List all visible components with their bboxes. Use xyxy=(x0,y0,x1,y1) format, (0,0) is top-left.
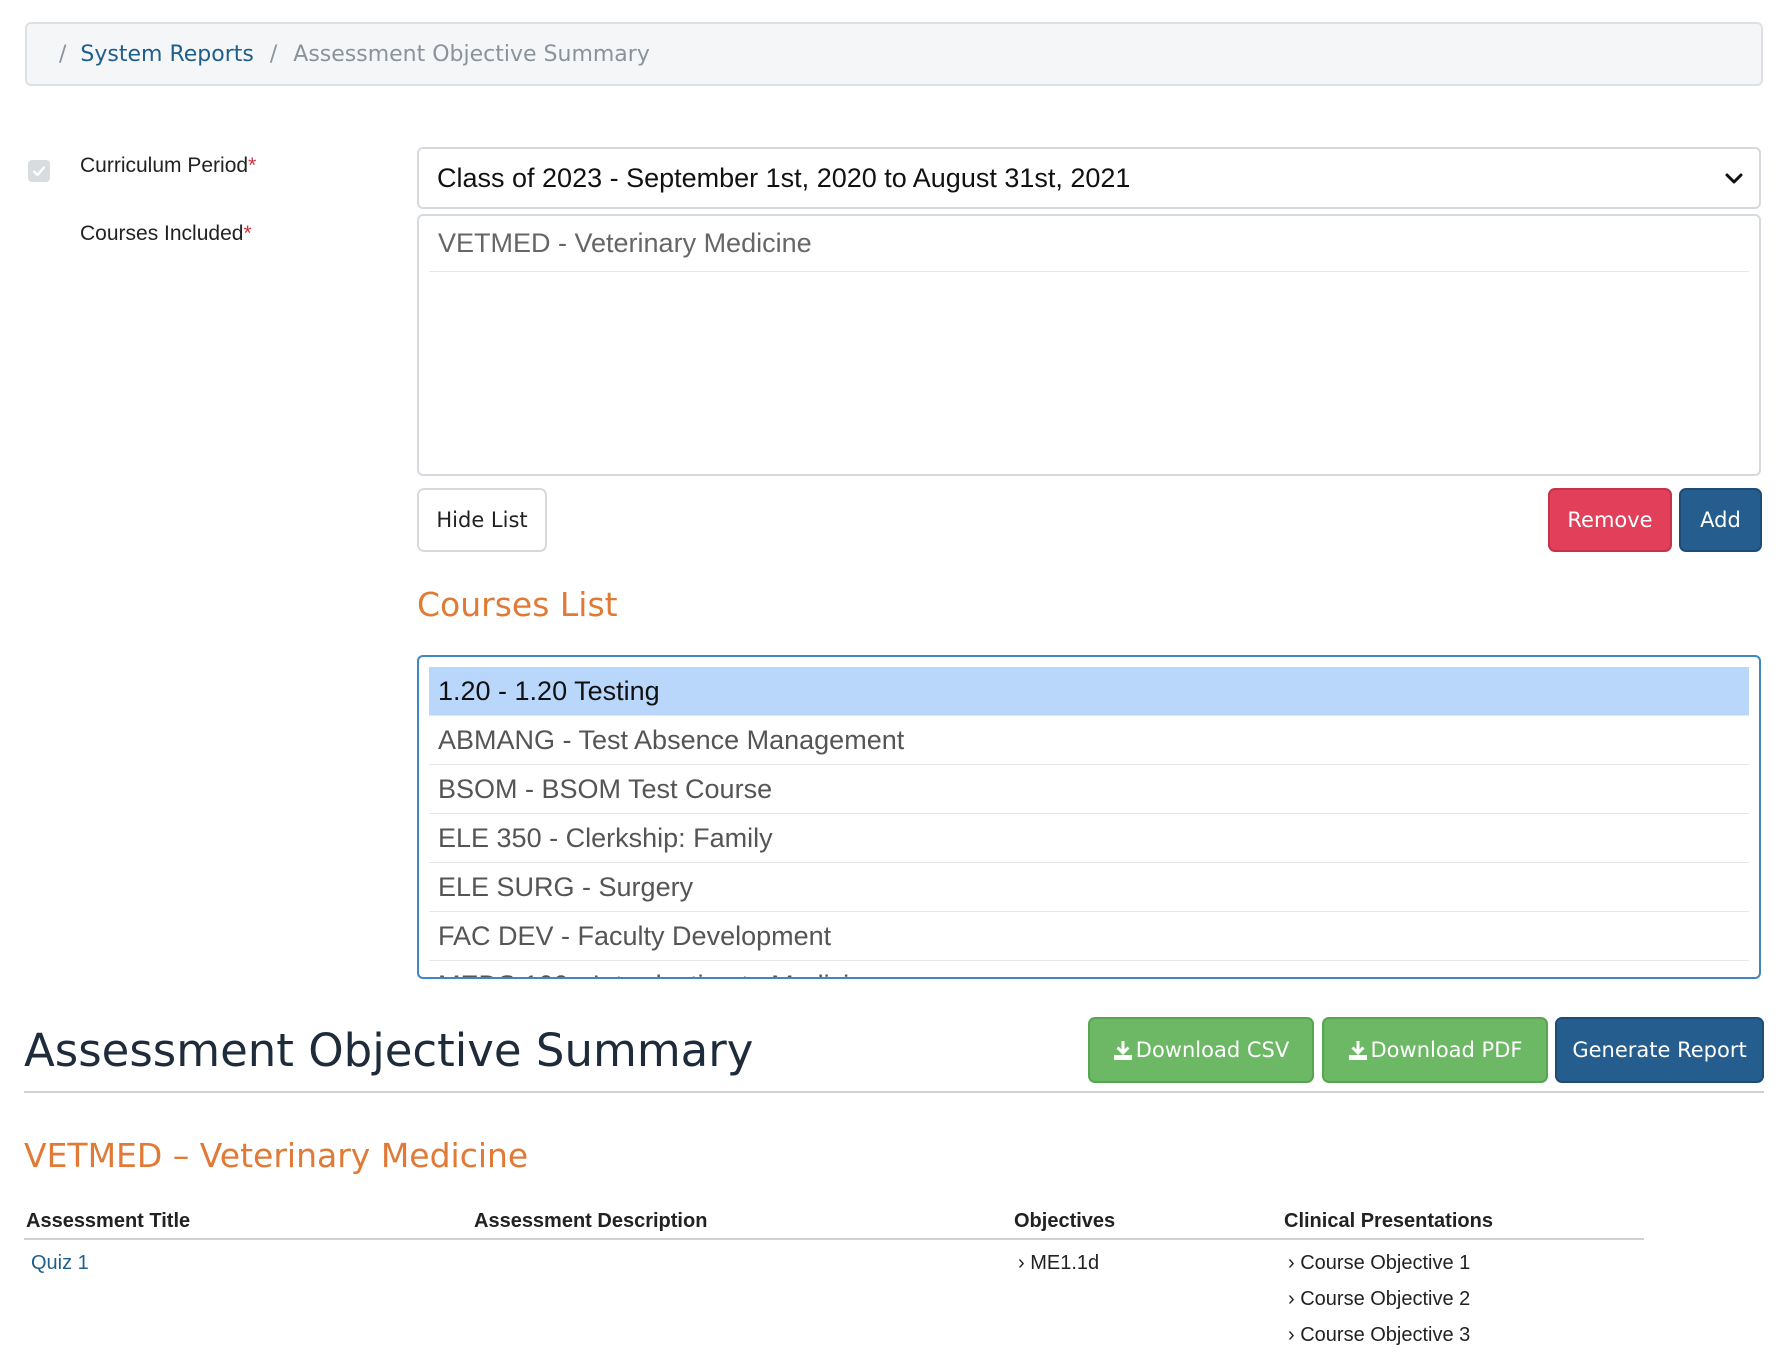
courses-listbox[interactable]: 1.20 - 1.20 Testing ABMANG - Test Absenc… xyxy=(417,655,1761,979)
divider xyxy=(24,1091,1764,1093)
course-option[interactable]: 1.20 - 1.20 Testing xyxy=(429,667,1749,716)
clinical-presentation-item: › Course Objective 1 xyxy=(1288,1252,1471,1274)
course-option[interactable]: ELE 350 - Clerkship: Family xyxy=(429,814,1749,863)
curriculum-period-label-text: Curriculum Period xyxy=(80,154,249,177)
download-icon xyxy=(1113,1041,1132,1060)
breadcrumb-separator: / xyxy=(59,41,67,67)
breadcrumb: / System Reports / Assessment Objective … xyxy=(25,22,1763,86)
check-icon xyxy=(32,166,46,177)
breadcrumb-current: Assessment Objective Summary xyxy=(293,41,650,67)
add-button[interactable]: Add xyxy=(1679,488,1762,552)
assessment-title-link[interactable]: Quiz 1 xyxy=(31,1252,89,1275)
column-header-assessment-title: Assessment Title xyxy=(26,1210,191,1232)
courses-included-option[interactable]: VETMED - Veterinary Medicine xyxy=(429,216,1749,272)
courses-included-label-text: Courses Included xyxy=(80,222,244,245)
courses-included-label: Courses Included* xyxy=(80,222,252,246)
course-option[interactable]: ELE SURG - Surgery xyxy=(429,863,1749,912)
generate-report-button[interactable]: Generate Report xyxy=(1555,1017,1764,1083)
download-pdf-button[interactable]: Download PDF xyxy=(1322,1017,1548,1083)
curriculum-period-label: Curriculum Period* xyxy=(80,154,256,178)
curriculum-period-value: Class of 2023 - September 1st, 2020 to A… xyxy=(437,162,1131,193)
column-header-assessment-description: Assessment Description xyxy=(474,1210,708,1232)
report-course-title: VETMED – Veterinary Medicine xyxy=(24,1136,529,1175)
objective-item: › ME1.1d xyxy=(1018,1252,1100,1274)
remove-button[interactable]: Remove xyxy=(1548,488,1672,552)
hide-list-button[interactable]: Hide List xyxy=(417,488,547,552)
curriculum-period-select[interactable]: Class of 2023 - September 1st, 2020 to A… xyxy=(417,147,1761,209)
required-marker: * xyxy=(243,222,252,245)
clinical-presentation-item: › Course Objective 2 xyxy=(1288,1288,1471,1310)
download-icon xyxy=(1348,1041,1367,1060)
courses-included-listbox[interactable]: VETMED - Veterinary Medicine xyxy=(417,214,1761,476)
page: / System Reports / Assessment Objective … xyxy=(0,0,1792,1356)
column-header-objectives: Objectives xyxy=(1014,1210,1116,1232)
table-header-divider xyxy=(24,1238,1644,1240)
clinical-presentation-item: › Course Objective 3 xyxy=(1288,1324,1471,1346)
course-option[interactable]: ABMANG - Test Absence Management xyxy=(429,716,1749,765)
courses-list-heading: Courses List xyxy=(417,585,618,624)
breadcrumb-separator: / xyxy=(269,41,278,67)
curriculum-period-checkbox[interactable] xyxy=(28,160,50,182)
download-csv-button[interactable]: Download CSV xyxy=(1088,1017,1314,1083)
download-csv-label: Download CSV xyxy=(1135,1038,1290,1062)
column-header-clinical-presentations: Clinical Presentations xyxy=(1284,1210,1493,1232)
required-marker: * xyxy=(248,154,257,177)
breadcrumb-link-system-reports[interactable]: System Reports xyxy=(80,42,253,67)
course-option[interactable]: BSOM - BSOM Test Course xyxy=(429,765,1749,814)
page-title: Assessment Objective Summary xyxy=(24,1024,754,1077)
course-option[interactable]: MEDS 100 - Introduction to Medicine xyxy=(429,961,1749,977)
chevron-down-icon xyxy=(1725,173,1743,184)
download-pdf-label: Download PDF xyxy=(1370,1038,1523,1062)
course-option[interactable]: FAC DEV - Faculty Development xyxy=(429,912,1749,961)
